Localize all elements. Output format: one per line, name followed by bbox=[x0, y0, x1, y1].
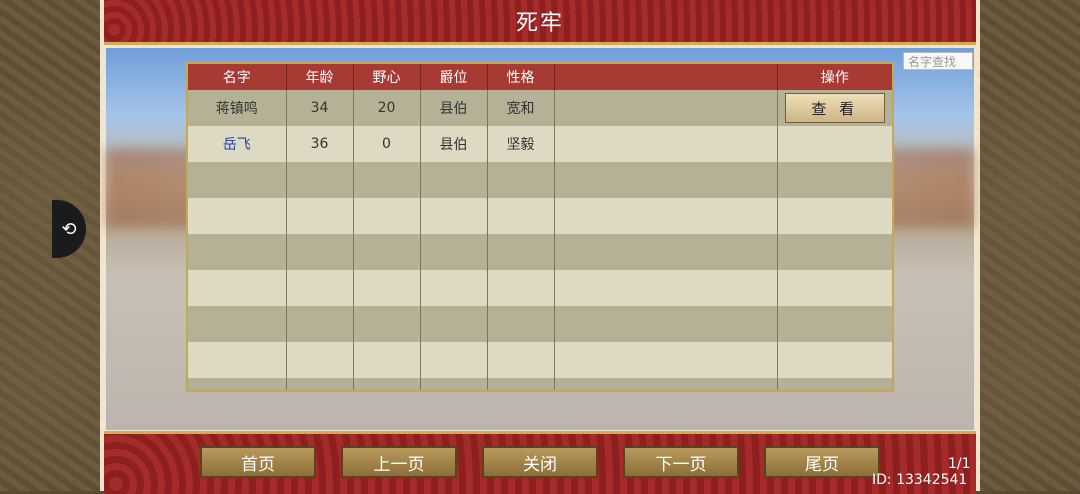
name-search-input[interactable]: 名字查找 bbox=[903, 52, 973, 70]
header-ambition: 野心 bbox=[353, 64, 421, 90]
cell-ambition: 20 bbox=[353, 90, 421, 126]
header-action: 操作 bbox=[777, 64, 892, 90]
page-title: 死牢 bbox=[515, 11, 564, 36]
cell-name: 岳飞 bbox=[188, 126, 287, 162]
next-page-button[interactable]: 下一页 bbox=[623, 446, 739, 478]
table-row-empty bbox=[188, 378, 892, 390]
cell-rank: 县伯 bbox=[420, 126, 488, 162]
user-id: ID: 13342541 bbox=[872, 472, 968, 488]
table-row-empty bbox=[188, 306, 892, 342]
header-blank bbox=[554, 64, 778, 90]
cell-age: 34 bbox=[286, 90, 354, 126]
table-row[interactable]: 岳飞 36 0 县伯 坚毅 bbox=[188, 126, 892, 162]
cell-personality: 坚毅 bbox=[487, 126, 555, 162]
table-row-empty bbox=[188, 234, 892, 270]
table-row-empty bbox=[188, 270, 892, 306]
prisoner-table: 名字 年龄 野心 爵位 性格 操作 蒋镇鸣 34 20 县伯 宽和 查 看 岳飞… bbox=[186, 62, 894, 392]
header-name: 名字 bbox=[188, 64, 287, 90]
header-personality: 性格 bbox=[487, 64, 555, 90]
cell-action bbox=[777, 126, 892, 162]
title-bar: 死牢 bbox=[104, 0, 976, 45]
first-page-button[interactable]: 首页 bbox=[200, 446, 316, 478]
page-indicator: 1/1 bbox=[948, 456, 971, 472]
cell-action: 查 看 bbox=[777, 90, 892, 126]
cell-ambition: 0 bbox=[353, 126, 421, 162]
cell-blank bbox=[554, 90, 778, 126]
header-rank: 爵位 bbox=[420, 64, 488, 90]
cell-age: 36 bbox=[286, 126, 354, 162]
view-button[interactable]: 查 看 bbox=[784, 93, 885, 123]
table-row-empty bbox=[188, 162, 892, 198]
table-header-row: 名字 年龄 野心 爵位 性格 操作 bbox=[188, 64, 892, 90]
last-page-button[interactable]: 尾页 bbox=[764, 446, 880, 478]
table-row-empty bbox=[188, 342, 892, 378]
cell-name: 蒋镇鸣 bbox=[188, 90, 287, 126]
cell-blank bbox=[554, 126, 778, 162]
table-row-empty bbox=[188, 198, 892, 234]
table-row[interactable]: 蒋镇鸣 34 20 县伯 宽和 查 看 bbox=[188, 90, 892, 126]
right-dragon-panel bbox=[972, 0, 1080, 491]
cell-personality: 宽和 bbox=[487, 90, 555, 126]
prev-page-button[interactable]: 上一页 bbox=[341, 446, 457, 478]
cell-rank: 县伯 bbox=[420, 90, 488, 126]
close-button[interactable]: 关闭 bbox=[482, 446, 598, 478]
header-age: 年龄 bbox=[286, 64, 354, 90]
